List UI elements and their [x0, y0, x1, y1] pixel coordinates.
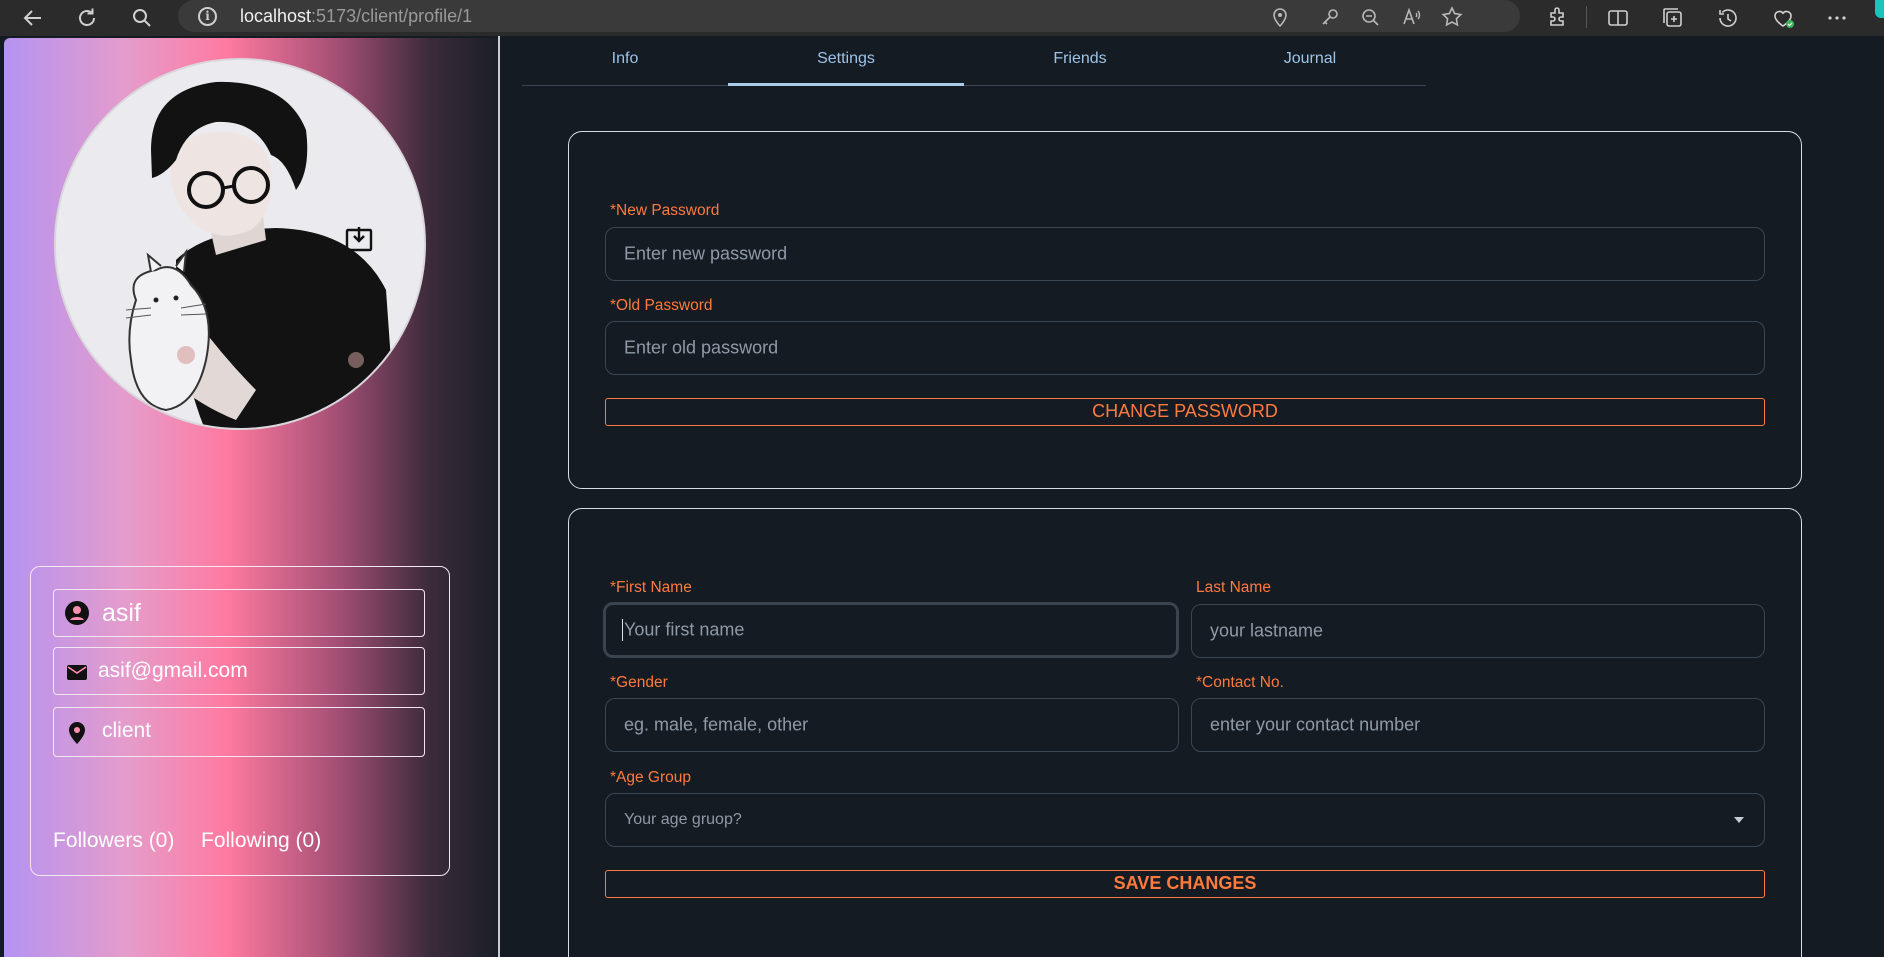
age-group-placeholder: Your age gruop?: [624, 811, 742, 828]
favorite-star-icon[interactable]: [1440, 5, 1464, 29]
profile-info-card: asif asif@gmail.com client Followers (0)…: [30, 566, 450, 876]
location-pin-icon: [64, 720, 90, 746]
gender-input[interactable]: eg. male, female, other: [605, 698, 1179, 752]
username-field: asif: [53, 589, 425, 637]
gender-placeholder: eg. male, female, other: [624, 714, 809, 735]
role-text: client: [102, 719, 152, 742]
first-name-input[interactable]: Your first name: [603, 602, 1179, 658]
new-password-placeholder: Enter new password: [624, 243, 788, 264]
read-aloud-icon[interactable]: [1400, 5, 1424, 29]
profile-page: asif asif@gmail.com client Followers (0)…: [0, 36, 1884, 957]
browser-essentials-icon[interactable]: [1769, 4, 1797, 32]
back-icon[interactable]: [19, 4, 47, 32]
change-password-card: *New Password Enter new password *Old Pa…: [568, 131, 1802, 489]
contact-placeholder: enter your contact number: [1210, 714, 1421, 735]
tab-journal[interactable]: Journal: [1284, 50, 1336, 68]
following-link[interactable]: Following (0): [201, 829, 321, 853]
username-text: asif: [102, 599, 141, 627]
save-changes-button[interactable]: SAVE CHANGES: [605, 870, 1765, 898]
location-icon[interactable]: [1268, 5, 1292, 29]
panel-divider: [498, 36, 500, 957]
more-options-icon[interactable]: [1823, 4, 1851, 32]
profile-sidebar: asif asif@gmail.com client Followers (0)…: [4, 38, 498, 957]
url-text[interactable]: localhost:5173/client/profile/1: [240, 6, 472, 27]
profile-tabs: Info Settings Friends Journal: [522, 36, 1426, 86]
contact-label: *Contact No.: [1196, 674, 1284, 691]
key-icon[interactable]: [1318, 5, 1342, 29]
reload-icon[interactable]: [73, 4, 101, 32]
profile-details-card: *First Name Your first name Last Name yo…: [568, 508, 1802, 957]
old-password-label: *Old Password: [610, 297, 713, 314]
extensions-icon[interactable]: [1543, 4, 1571, 32]
email-field: asif@gmail.com: [53, 647, 425, 695]
download-icon[interactable]: [344, 224, 374, 254]
role-field: client: [53, 707, 425, 757]
copilot-sidebar-icon[interactable]: [1875, 0, 1884, 18]
text-caret: [622, 619, 623, 641]
first-name-placeholder: Your first name: [624, 619, 745, 640]
collections-icon[interactable]: [1659, 4, 1687, 32]
tab-info[interactable]: Info: [612, 50, 639, 68]
age-group-label: *Age Group: [610, 769, 691, 786]
change-password-button[interactable]: CHANGE PASSWORD: [605, 398, 1765, 426]
toolbar-divider: [1586, 6, 1587, 28]
address-bar[interactable]: i localhost:5173/client/profile/1: [178, 0, 1520, 32]
new-password-input[interactable]: Enter new password: [605, 227, 1765, 281]
followers-link[interactable]: Followers (0): [53, 829, 174, 853]
mail-icon: [64, 660, 90, 686]
gender-label: *Gender: [610, 674, 668, 691]
site-info-icon[interactable]: i: [198, 7, 217, 26]
contact-input[interactable]: enter your contact number: [1191, 698, 1765, 752]
account-circle-icon: [64, 600, 90, 626]
last-name-input[interactable]: your lastname: [1191, 604, 1765, 658]
first-name-label: *First Name: [610, 579, 692, 596]
age-group-select[interactable]: Your age gruop?: [605, 793, 1765, 847]
zoom-out-icon[interactable]: [1358, 5, 1382, 29]
tab-settings[interactable]: Settings: [817, 50, 875, 68]
browser-toolbar: i localhost:5173/client/profile/1: [0, 0, 1884, 36]
last-name-placeholder: your lastname: [1210, 620, 1324, 641]
history-icon[interactable]: [1714, 4, 1742, 32]
search-icon[interactable]: [128, 4, 156, 32]
active-tab-indicator: [728, 83, 964, 86]
email-text: asif@gmail.com: [98, 659, 248, 682]
last-name-label: Last Name: [1196, 579, 1271, 596]
split-screen-icon[interactable]: [1604, 4, 1632, 32]
tab-friends[interactable]: Friends: [1053, 50, 1106, 68]
chevron-down-icon[interactable]: [1734, 817, 1744, 823]
new-password-label: *New Password: [610, 202, 720, 219]
old-password-input[interactable]: Enter old password: [605, 321, 1765, 375]
old-password-placeholder: Enter old password: [624, 337, 779, 358]
